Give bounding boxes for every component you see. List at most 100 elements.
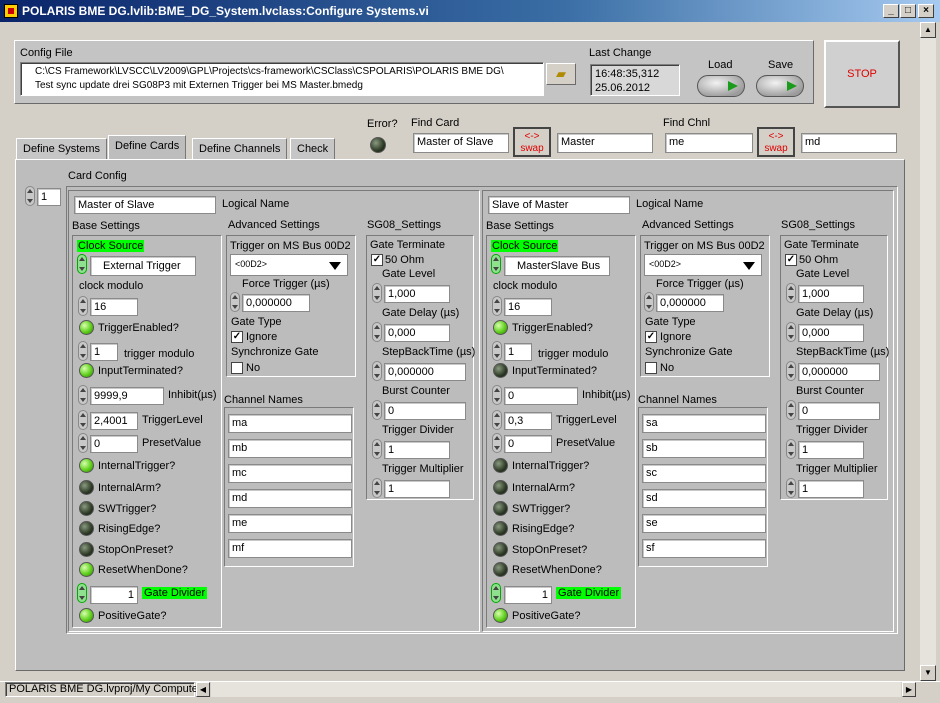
force-trigger-stepper[interactable] xyxy=(230,292,240,312)
stop-button[interactable]: STOP xyxy=(824,40,900,108)
trig-div-stepper[interactable] xyxy=(786,439,796,459)
scroll-up-button[interactable]: ▲ xyxy=(920,22,936,38)
internal-trigger-led[interactable] xyxy=(493,458,508,473)
channel-name-field[interactable]: sd xyxy=(642,489,766,508)
inhibit-stepper[interactable] xyxy=(78,385,88,405)
stepback-field[interactable]: 0,000000 xyxy=(384,363,466,381)
gate-divider-field[interactable]: 1 xyxy=(504,586,552,604)
browse-folder-button[interactable]: ▰ xyxy=(546,63,576,85)
trigger-level-stepper[interactable] xyxy=(492,410,502,430)
trigger-enabled-led[interactable] xyxy=(79,320,94,335)
scroll-right-button[interactable]: ▶ xyxy=(902,682,916,697)
trigger-ms-bus-ring[interactable]: <00D2> xyxy=(230,254,348,276)
sw-trigger-led[interactable] xyxy=(493,501,508,516)
gate-delay-stepper[interactable] xyxy=(786,322,796,342)
clock-source-stepper[interactable] xyxy=(77,254,87,274)
gate-delay-stepper[interactable] xyxy=(372,322,382,342)
horizontal-scrollbar[interactable] xyxy=(211,682,901,697)
ohm-checkbox[interactable]: ✓ xyxy=(371,254,383,266)
input-terminated-led[interactable] xyxy=(493,363,508,378)
trigger-enabled-led[interactable] xyxy=(493,320,508,335)
stop-on-preset-led[interactable] xyxy=(79,542,94,557)
clock-modulo-stepper[interactable] xyxy=(78,296,88,316)
trigger-ms-bus-ring[interactable]: <00D2> xyxy=(644,254,762,276)
ignore-checkbox[interactable]: ✓ xyxy=(231,331,243,343)
preset-value-field[interactable]: 0 xyxy=(504,435,552,453)
find-chnl-left-field[interactable]: me xyxy=(665,133,753,153)
preset-value-stepper[interactable] xyxy=(78,433,88,453)
index-stepper[interactable] xyxy=(25,186,35,206)
stepback-stepper[interactable] xyxy=(372,361,382,381)
trig-div-field[interactable]: 1 xyxy=(384,441,450,459)
trigger-modulo-stepper[interactable] xyxy=(78,341,88,361)
gate-divider-stepper[interactable] xyxy=(491,583,501,603)
burst-stepper[interactable] xyxy=(786,400,796,420)
clock-source-field[interactable]: External Trigger xyxy=(90,256,196,276)
preset-value-stepper[interactable] xyxy=(492,433,502,453)
trig-mult-field[interactable]: 1 xyxy=(798,480,864,498)
rising-edge-led[interactable] xyxy=(79,521,94,536)
clock-modulo-field[interactable]: 16 xyxy=(504,298,552,316)
maximize-button[interactable]: □ xyxy=(900,4,916,18)
find-card-right-field[interactable]: Master xyxy=(557,133,653,153)
preset-value-field[interactable]: 0 xyxy=(90,435,138,453)
tab-check[interactable]: Check xyxy=(290,138,336,160)
gate-level-field[interactable]: 1,000 xyxy=(798,285,864,303)
trigger-level-stepper[interactable] xyxy=(78,410,88,430)
trigger-level-field[interactable]: 2,4001 xyxy=(90,412,138,430)
reset-when-done-led[interactable] xyxy=(493,562,508,577)
internal-arm-led[interactable] xyxy=(79,480,94,495)
minimize-button[interactable]: _ xyxy=(883,4,899,18)
save-button[interactable] xyxy=(756,75,804,97)
channel-name-field[interactable]: mb xyxy=(228,439,352,458)
inhibit-field[interactable]: 9999,9 xyxy=(90,387,164,405)
channel-name-field[interactable]: se xyxy=(642,514,766,533)
card-name-field[interactable]: Master of Slave xyxy=(74,196,216,214)
trigger-modulo-stepper[interactable] xyxy=(492,341,502,361)
positive-gate-led[interactable] xyxy=(493,608,508,623)
channel-name-field[interactable]: me xyxy=(228,514,352,533)
gate-level-stepper[interactable] xyxy=(372,283,382,303)
clock-modulo-stepper[interactable] xyxy=(492,296,502,316)
channel-name-field[interactable]: mc xyxy=(228,464,352,483)
reset-when-done-led[interactable] xyxy=(79,562,94,577)
force-trigger-field[interactable]: 0,000000 xyxy=(656,294,724,312)
clock-modulo-field[interactable]: 16 xyxy=(90,298,138,316)
internal-trigger-led[interactable] xyxy=(79,458,94,473)
trig-mult-stepper[interactable] xyxy=(372,478,382,498)
inhibit-field[interactable]: 0 xyxy=(504,387,578,405)
trig-mult-field[interactable]: 1 xyxy=(384,480,450,498)
ohm-checkbox[interactable]: ✓ xyxy=(785,254,797,266)
tab-define-cards[interactable]: Define Cards xyxy=(108,135,187,160)
gate-delay-field[interactable]: 0,000 xyxy=(798,324,864,342)
tab-define-channels[interactable]: Define Channels xyxy=(192,138,288,160)
synchronize-checkbox[interactable] xyxy=(645,362,657,374)
channel-name-field[interactable]: sb xyxy=(642,439,766,458)
inhibit-stepper[interactable] xyxy=(492,385,502,405)
close-button[interactable]: × xyxy=(918,4,934,18)
burst-field[interactable]: 0 xyxy=(798,402,880,420)
scroll-down-button[interactable]: ▼ xyxy=(920,665,936,681)
clock-source-stepper[interactable] xyxy=(491,254,501,274)
find-card-left-field[interactable]: Master of Slave xyxy=(413,133,509,153)
card-name-field[interactable]: Slave of Master xyxy=(488,196,630,214)
load-button[interactable] xyxy=(697,75,745,97)
channel-name-field[interactable]: mf xyxy=(228,539,352,558)
channel-name-field[interactable]: sf xyxy=(642,539,766,558)
channel-name-field[interactable]: md xyxy=(228,489,352,508)
find-chnl-right-field[interactable]: md xyxy=(801,133,897,153)
find-card-swap-button[interactable]: <-> swap xyxy=(513,127,551,157)
trigger-modulo-field[interactable]: 1 xyxy=(90,343,118,361)
channel-name-field[interactable]: sa xyxy=(642,414,766,433)
force-trigger-stepper[interactable] xyxy=(644,292,654,312)
gate-delay-field[interactable]: 0,000 xyxy=(384,324,450,342)
gate-level-field[interactable]: 1,000 xyxy=(384,285,450,303)
burst-stepper[interactable] xyxy=(372,400,382,420)
channel-name-field[interactable]: ma xyxy=(228,414,352,433)
stepback-field[interactable]: 0,000000 xyxy=(798,363,880,381)
stop-on-preset-led[interactable] xyxy=(493,542,508,557)
trig-div-stepper[interactable] xyxy=(372,439,382,459)
force-trigger-field[interactable]: 0,000000 xyxy=(242,294,310,312)
synchronize-checkbox[interactable] xyxy=(231,362,243,374)
tab-define-systems[interactable]: Define Systems xyxy=(16,138,108,160)
